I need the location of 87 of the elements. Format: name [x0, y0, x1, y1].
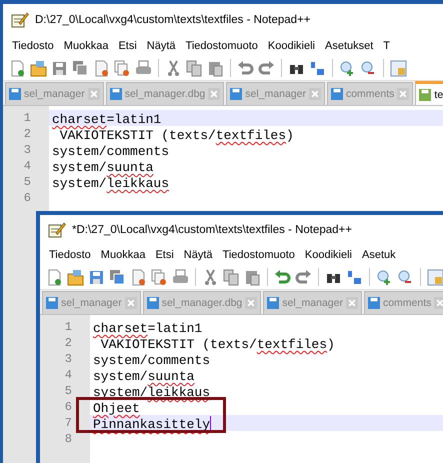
line-number: 6: [64, 399, 73, 415]
line-number: 4: [64, 367, 73, 383]
undo-icon[interactable]: [274, 268, 291, 286]
menu-item[interactable]: Etsi: [113, 40, 142, 52]
window-title: D:\27_0\Local\vxg4\custom\texts\textfiles - Notepad++: [35, 14, 311, 26]
code-line: system/leikkaus: [52, 176, 170, 191]
zoom-out-icon[interactable]: [397, 268, 414, 286]
line-number: 1: [22, 110, 32, 126]
menu-item[interactable]: Tiedosto: [44, 249, 96, 261]
close-all-icon[interactable]: [151, 268, 168, 286]
zoom-in-icon[interactable]: [339, 60, 356, 76]
menu-item[interactable]: Muokkaa: [58, 40, 114, 52]
code-line: VAKIOTEKSTIT (texts/textfiles): [58, 128, 294, 143]
line-number: 5: [64, 383, 73, 399]
copy-icon[interactable]: [186, 60, 203, 76]
zoom-in-icon[interactable]: [376, 268, 393, 286]
notepad-icon: [11, 12, 29, 28]
print-icon[interactable]: [135, 60, 152, 76]
code-line: system/leikkaus: [93, 385, 210, 400]
code-line: VAKIOTEKSTIT (texts/textfiles): [100, 337, 335, 352]
close-file-icon[interactable]: [130, 268, 147, 286]
line-number: 5: [22, 174, 32, 190]
save-all-icon[interactable]: [109, 268, 126, 286]
menu-item[interactable]: Koodikieli: [300, 249, 357, 261]
new-file-icon[interactable]: [9, 60, 26, 76]
line-number: 3: [64, 351, 73, 367]
zoom-out-icon[interactable]: [360, 60, 377, 76]
code-line: Pinnankasittely: [93, 417, 212, 432]
window-icon[interactable]: [427, 268, 443, 286]
floppy-icon: [419, 88, 432, 100]
replace-icon[interactable]: [346, 268, 363, 286]
menu-item[interactable]: Tiedostomuoto: [180, 40, 263, 52]
notepad-icon: [48, 222, 66, 238]
print-icon[interactable]: [172, 268, 189, 286]
new-file-icon[interactable]: [46, 268, 63, 286]
code-line: Ohjeet: [93, 401, 140, 416]
line-number: 3: [22, 142, 32, 158]
file-tab[interactable]: te: [415, 81, 443, 105]
redo-icon[interactable]: [258, 60, 275, 76]
menu-item[interactable]: Tiedostomuoto: [218, 249, 300, 261]
menu-item[interactable]: Etsi: [150, 249, 179, 261]
floppy-icon: [230, 88, 242, 100]
window-title: *D:\27_0\Local\vxg4\custom\texts\textfiles - Notepad++: [72, 224, 352, 236]
window-icon[interactable]: [390, 60, 407, 76]
open-folder-icon[interactable]: [67, 268, 84, 286]
line-number: 6: [22, 190, 32, 206]
save-icon[interactable]: [51, 60, 68, 76]
line-number: 4: [22, 158, 32, 174]
menu-item[interactable]: Tiedosto: [7, 40, 59, 52]
save-icon[interactable]: [88, 268, 105, 286]
close-file-icon[interactable]: [93, 60, 110, 76]
menu-item[interactable]: Näytä: [142, 40, 181, 52]
floppy-icon: [368, 297, 380, 309]
open-folder-icon[interactable]: [30, 60, 47, 76]
cut-icon[interactable]: [165, 60, 182, 76]
paste-icon[interactable]: [207, 60, 224, 76]
menu-item[interactable]: Näytä: [178, 249, 218, 261]
close-all-icon[interactable]: [114, 60, 131, 76]
menu-item[interactable]: Koodikieli: [262, 40, 320, 52]
floppy-icon: [46, 297, 58, 309]
line-number: 2: [22, 126, 32, 142]
code-line: system/comments: [93, 353, 210, 368]
floppy-icon: [267, 297, 280, 309]
menu-item[interactable]: Asetuk: [356, 249, 401, 261]
save-all-icon[interactable]: [72, 60, 89, 76]
line-number: 1: [64, 319, 73, 335]
menu-item[interactable]: Muokkaa: [96, 249, 150, 261]
cut-icon[interactable]: [202, 268, 219, 286]
redo-icon[interactable]: [295, 268, 312, 286]
floppy-icon: [110, 88, 122, 100]
code-line: system/suunta: [93, 369, 194, 384]
paste-icon[interactable]: [244, 268, 261, 286]
menu-item[interactable]: Asetukset: [320, 40, 378, 52]
line-number: 2: [64, 335, 73, 351]
floppy-icon: [9, 88, 21, 100]
code-line: system/comments: [52, 144, 170, 159]
line-number: 7: [64, 415, 73, 431]
code-line: charset=latin1: [52, 112, 162, 127]
code-line: charset=latin1: [93, 321, 202, 336]
menu-item[interactable]: T: [378, 40, 396, 52]
floppy-icon: [146, 297, 159, 309]
line-number: 8: [64, 431, 73, 447]
code-line: system/suunta: [52, 160, 154, 175]
copy-icon[interactable]: [223, 268, 240, 286]
replace-icon[interactable]: [309, 60, 326, 76]
undo-icon[interactable]: [237, 60, 254, 76]
floppy-icon: [330, 88, 343, 100]
